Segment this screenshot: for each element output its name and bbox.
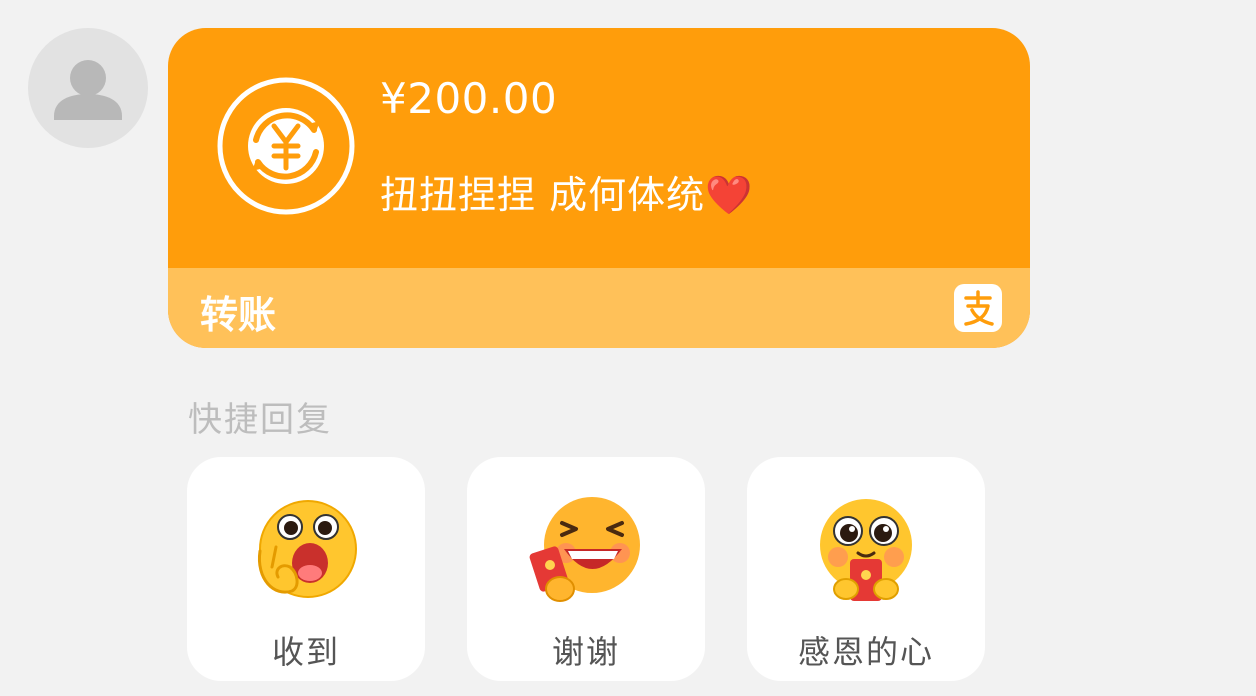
quick-reply-label: 感恩的心 (797, 633, 934, 671)
transfer-card-footer: 转账 (168, 268, 1030, 348)
quick-reply-title: 快捷回复 (188, 400, 332, 440)
laughing-red-envelope-emoji (526, 493, 646, 613)
quick-reply-label: 谢谢 (551, 633, 620, 671)
quick-reply-grateful-button[interactable]: 感恩的心 (747, 457, 985, 681)
sender-avatar[interactable] (28, 28, 148, 148)
quick-reply-received-button[interactable]: 收到 (187, 457, 425, 681)
chat-screen: ¥200.00 扭扭捏捏 成何体统❤️ 转账 快捷回复 收到 谢谢 感恩的心 (0, 0, 1256, 696)
transfer-card[interactable]: ¥200.00 扭扭捏捏 成何体统❤️ 转账 (168, 28, 1030, 348)
quick-reply-label: 收到 (271, 633, 340, 671)
quick-reply-thanks-button[interactable]: 谢谢 (467, 457, 705, 681)
grateful-red-envelope-emoji (806, 493, 926, 613)
ok-gesture-emoji (246, 493, 366, 613)
transfer-message: 扭扭捏捏 成何体统❤️ (380, 173, 754, 217)
transfer-label: 转账 (200, 293, 277, 337)
default-avatar-icon (54, 60, 122, 120)
transfer-amount: ¥200.00 (380, 74, 558, 123)
yuan-exchange-icon (216, 76, 356, 216)
alipay-icon (954, 284, 1002, 332)
